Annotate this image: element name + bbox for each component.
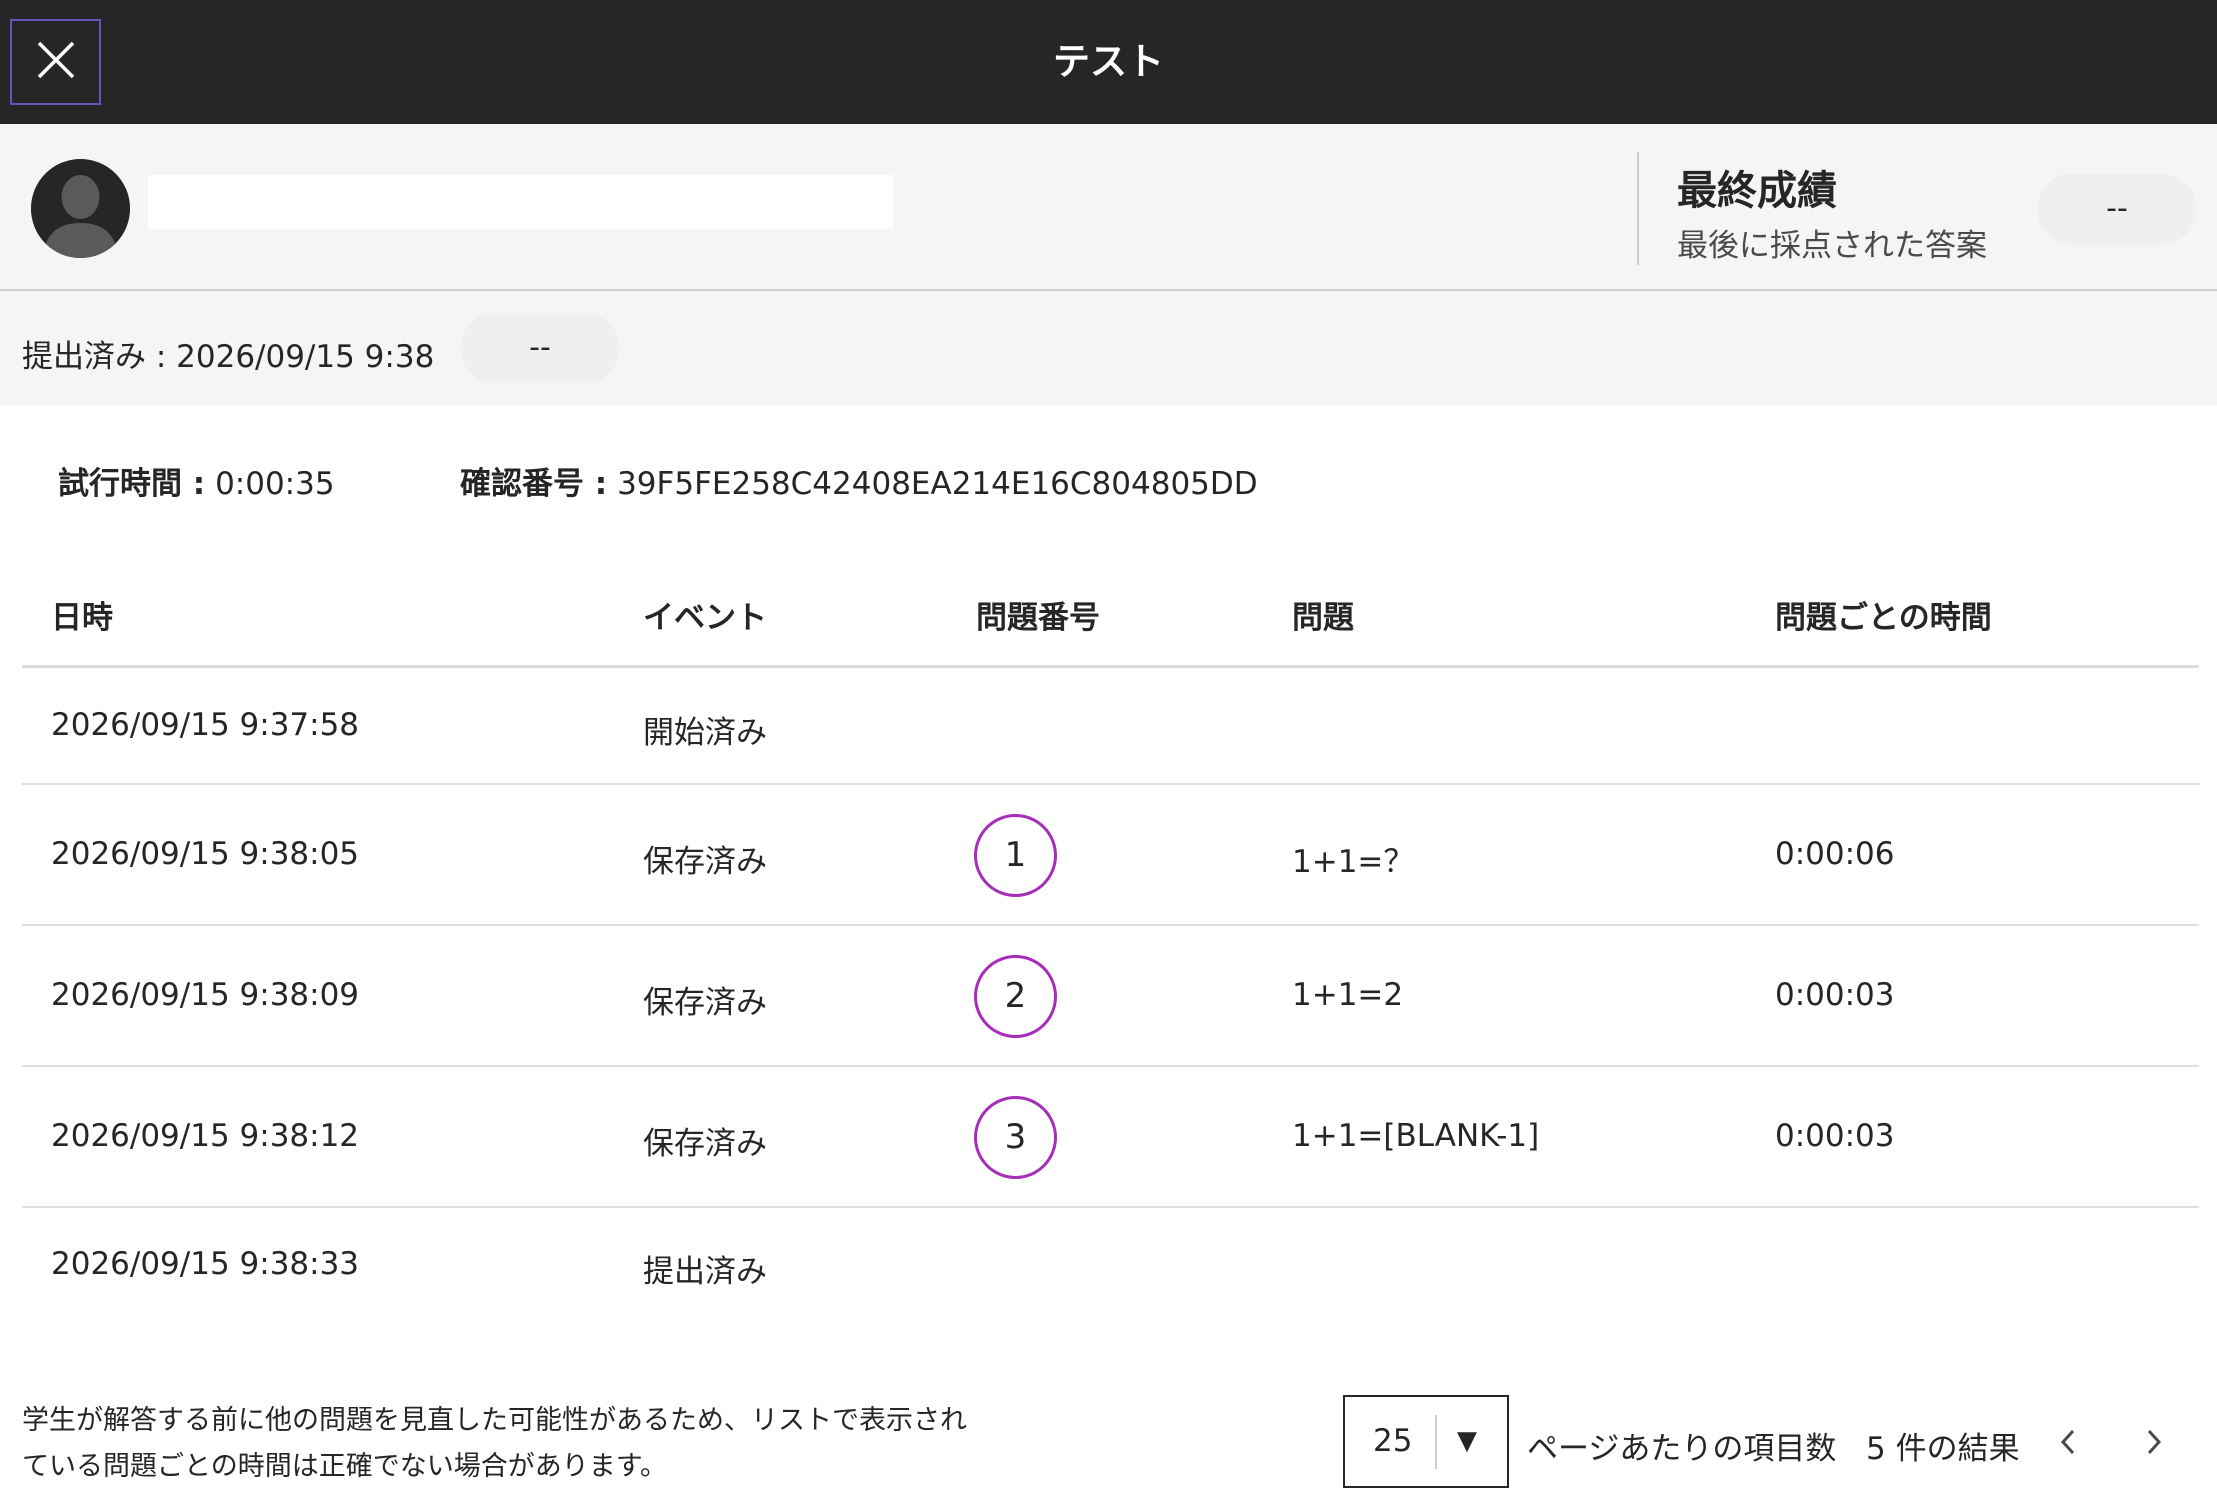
chevron-left-icon: [2058, 1427, 2078, 1461]
results-count: 5 件の結果: [1866, 1431, 2020, 1467]
table-row: 2026/09/15 9:37:58 開始済み: [22, 668, 2199, 785]
student-header: 最終成績 最後に採点された答案 --: [0, 124, 2217, 291]
column-header-question: 問題: [1292, 600, 1354, 636]
page-size-select[interactable]: 25 ▼: [1343, 1395, 1509, 1488]
final-grade-subtitle: 最後に採点された答案: [1677, 228, 1987, 264]
row-question: 1+1=[BLANK-1]: [1292, 1118, 1540, 1154]
table-row: 2026/09/15 9:38:05 保存済み 1 1+1=？ 0:00:06: [22, 785, 2199, 926]
note-line-1: 学生が解答する前に他の問題を見直した可能性があるため、リストで表示され: [22, 1405, 967, 1436]
attempt-time: 試行時間 : 0:00:35: [58, 458, 335, 503]
column-header-time-per-question: 問題ごとの時間: [1775, 600, 1992, 636]
chevron-right-icon: [2144, 1427, 2164, 1461]
row-datetime: 2026/09/15 9:38:12: [51, 1118, 360, 1154]
column-header-question-number: 問題番号: [976, 600, 1100, 636]
close-button[interactable]: [10, 19, 101, 105]
column-header-datetime: 日時: [51, 600, 113, 636]
final-grade-title: 最終成績: [1677, 168, 1837, 214]
row-datetime: 2026/09/15 9:37:58: [51, 707, 360, 743]
row-datetime: 2026/09/15 9:38:09: [51, 977, 360, 1013]
note-line-2: ている問題ごとの時間は正確でない場合があります。: [22, 1451, 668, 1482]
row-question: 1+1=2: [1292, 977, 1404, 1013]
activity-table: 日時 イベント 問題番号 問題 問題ごとの時間 2026/09/15 9:37:…: [22, 570, 2199, 1325]
row-question: 1+1=？: [1292, 844, 1415, 880]
table-row: 2026/09/15 9:38:33 提出済み: [22, 1208, 2199, 1325]
confirmation-value: 39F5FE258C42408EA214E16C804805DD: [617, 466, 1258, 502]
close-icon: [36, 40, 76, 84]
row-event: 保存済み: [643, 985, 767, 1021]
submission-bar: 提出済み : 2026/09/15 9:38 --: [0, 291, 2217, 405]
confirmation-label: 確認番号 :: [460, 466, 608, 502]
column-header-event: イベント: [643, 600, 767, 636]
items-per-page-label: ページあたりの項目数: [1527, 1431, 1837, 1467]
row-event: 保存済み: [643, 844, 767, 880]
row-datetime: 2026/09/15 9:38:05: [51, 836, 360, 872]
row-event: 開始済み: [643, 715, 767, 751]
attempt-time-value: 0:00:35: [215, 466, 335, 502]
row-datetime: 2026/09/15 9:38:33: [51, 1246, 360, 1282]
table-row: 2026/09/15 9:38:12 保存済み 3 1+1=[BLANK-1] …: [22, 1067, 2199, 1208]
page-size-value: 25: [1373, 1423, 1413, 1459]
student-name-field: [148, 175, 893, 229]
top-bar: テスト: [0, 0, 2217, 124]
row-event: 提出済み: [643, 1254, 767, 1290]
row-time: 0:00:06: [1775, 836, 1895, 872]
question-number-badge[interactable]: 3: [974, 1096, 1057, 1179]
table-row: 2026/09/15 9:38:09 保存済み 2 1+1=2 0:00:03: [22, 926, 2199, 1067]
attempt-time-label: 試行時間 :: [58, 466, 206, 502]
confirmation-number: 確認番号 : 39F5FE258C42408EA214E16C804805DD: [460, 458, 1258, 503]
final-grade-pill[interactable]: --: [2037, 174, 2197, 244]
attempt-grade-pill[interactable]: --: [460, 313, 620, 383]
row-event: 保存済み: [643, 1126, 767, 1162]
next-page-button[interactable]: [2134, 1422, 2174, 1466]
table-header: 日時 イベント 問題番号 問題 問題ごとの時間: [22, 570, 2199, 668]
caret-down-icon: ▼: [1457, 1426, 1477, 1456]
row-time: 0:00:03: [1775, 977, 1895, 1013]
question-number-badge[interactable]: 1: [974, 814, 1057, 897]
header-divider: [1637, 152, 1639, 265]
submitted-datetime: 提出済み : 2026/09/15 9:38: [22, 339, 435, 375]
user-avatar-icon: [31, 159, 130, 258]
time-accuracy-note: 学生が解答する前に他の問題を見直した可能性があるため、リストで表示され ている問…: [22, 1398, 1022, 1490]
row-time: 0:00:03: [1775, 1118, 1895, 1154]
question-number-badge[interactable]: 2: [974, 955, 1057, 1038]
page-title: テスト: [1053, 40, 1164, 83]
select-divider: [1435, 1415, 1437, 1469]
previous-page-button[interactable]: [2048, 1422, 2088, 1466]
